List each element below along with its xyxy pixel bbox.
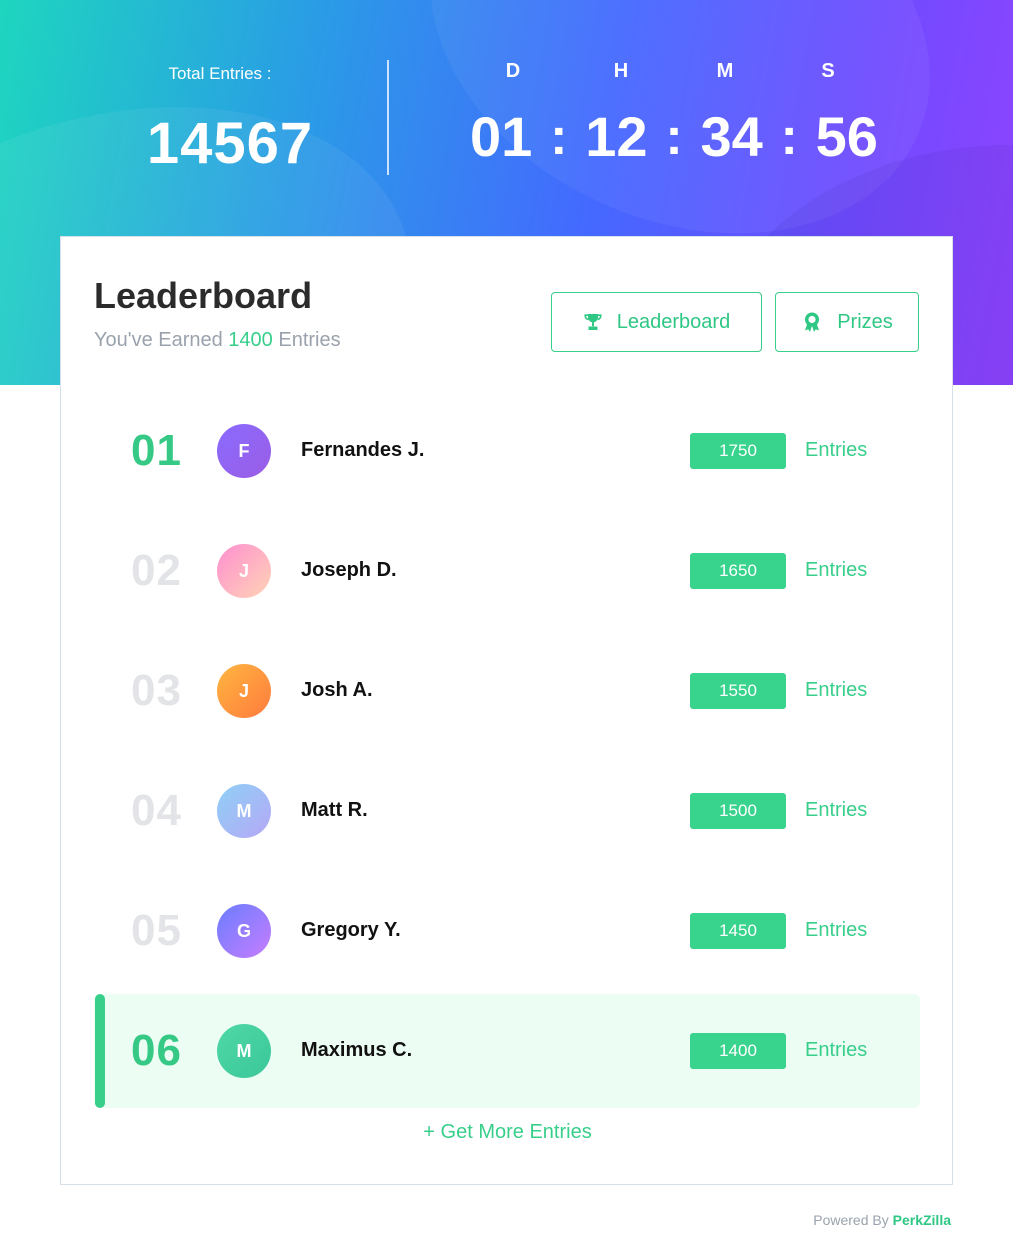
entries-label: Entries [805, 679, 868, 701]
perkzilla-brand-link[interactable]: PerkZilla [893, 1212, 951, 1228]
avatar: M [217, 784, 271, 838]
entries-label: Entries [805, 439, 868, 461]
countdown-days-value: 01 [470, 105, 533, 168]
rank-number: 05 [131, 906, 182, 955]
entries-label: Entries [805, 919, 868, 941]
participant-name: Maximus C. [301, 1039, 413, 1061]
rank-number: 01 [131, 426, 182, 475]
participant-name: Fernandes J. [301, 439, 425, 461]
leaderboard-tab-label: Leaderboard [616, 310, 731, 333]
countdown-separator: : [665, 107, 683, 166]
entries-count-badge: 1450 [690, 913, 786, 949]
avatar: J [217, 544, 271, 598]
countdown-seconds-label: S [821, 60, 835, 82]
powered-by-text: Powered By [813, 1212, 893, 1228]
subtitle-prefix: You've Earned [94, 329, 229, 351]
countdown-separator: : [550, 107, 568, 166]
card-title: Leaderboard [94, 275, 313, 316]
entries-count-badge: 1400 [690, 1033, 786, 1069]
countdown-seconds-value: 56 [815, 105, 878, 168]
leaderboard-row: 01 F Fernandes J. 1750 Entries [94, 394, 920, 508]
countdown-hours-value: 12 [585, 105, 648, 168]
avatar: M [217, 1024, 271, 1078]
countdown-days-label: D [505, 60, 521, 82]
entries-count-badge: 1750 [690, 433, 786, 469]
leaderboard-row: 02 J Joseph D. 1650 Entries [94, 514, 920, 628]
earned-entries-count: 1400 [228, 329, 273, 351]
trophy-icon [583, 312, 603, 332]
entries-label: Entries [805, 799, 868, 821]
prizes-tab-label: Prizes [837, 310, 893, 333]
leaderboard-row: 04 M Matt R. 1500 Entries [94, 754, 920, 868]
entries-count-badge: 1500 [690, 793, 786, 829]
participant-name: Josh A. [301, 679, 373, 701]
leaderboard-row: 03 J Josh A. 1550 Entries [94, 634, 920, 748]
entries-label: Entries [805, 1039, 868, 1061]
countdown-separator: : [780, 107, 798, 166]
award-ribbon-icon [801, 311, 823, 333]
entries-label: Entries [805, 559, 868, 581]
hero-divider [387, 60, 389, 175]
entries-count-badge: 1650 [690, 553, 786, 589]
rank-number: 06 [131, 1026, 182, 1075]
countdown-minutes-value: 34 [700, 105, 763, 168]
countdown-timer: 01 : 12 : 34 : 56 [470, 104, 878, 169]
avatar: F [217, 424, 271, 478]
leaderboard-row: 05 G Gregory Y. 1450 Entries [94, 874, 920, 988]
prizes-tab-button[interactable]: Prizes [775, 292, 919, 352]
participant-name: Matt R. [301, 799, 368, 821]
powered-by-footer: Powered By PerkZilla [813, 1212, 951, 1228]
leaderboard-card: Leaderboard You've Earned 1400 Entries L… [60, 236, 953, 1185]
total-entries-label: Total Entries : [168, 64, 272, 83]
participant-name: Gregory Y. [301, 919, 401, 941]
earned-entries-subtitle: You've Earned 1400 Entries [94, 329, 341, 352]
subtitle-suffix: Entries [272, 329, 341, 351]
countdown-hours-label: H [613, 60, 629, 82]
countdown-minutes-label: M [716, 60, 734, 82]
rank-number: 04 [131, 786, 182, 835]
avatar: J [217, 664, 271, 718]
leaderboard-tab-button[interactable]: Leaderboard [551, 292, 762, 352]
avatar: G [217, 904, 271, 958]
get-more-entries-link[interactable]: + Get More Entries [61, 1121, 954, 1144]
total-entries-value: 14567 [146, 111, 314, 176]
current-user-row: 06 M Maximus C. 1400 Entries [94, 994, 920, 1108]
participant-name: Joseph D. [301, 559, 397, 581]
current-user-indicator [95, 994, 105, 1108]
rank-number: 02 [131, 546, 182, 595]
entries-count-badge: 1550 [690, 673, 786, 709]
rank-number: 03 [131, 666, 182, 715]
